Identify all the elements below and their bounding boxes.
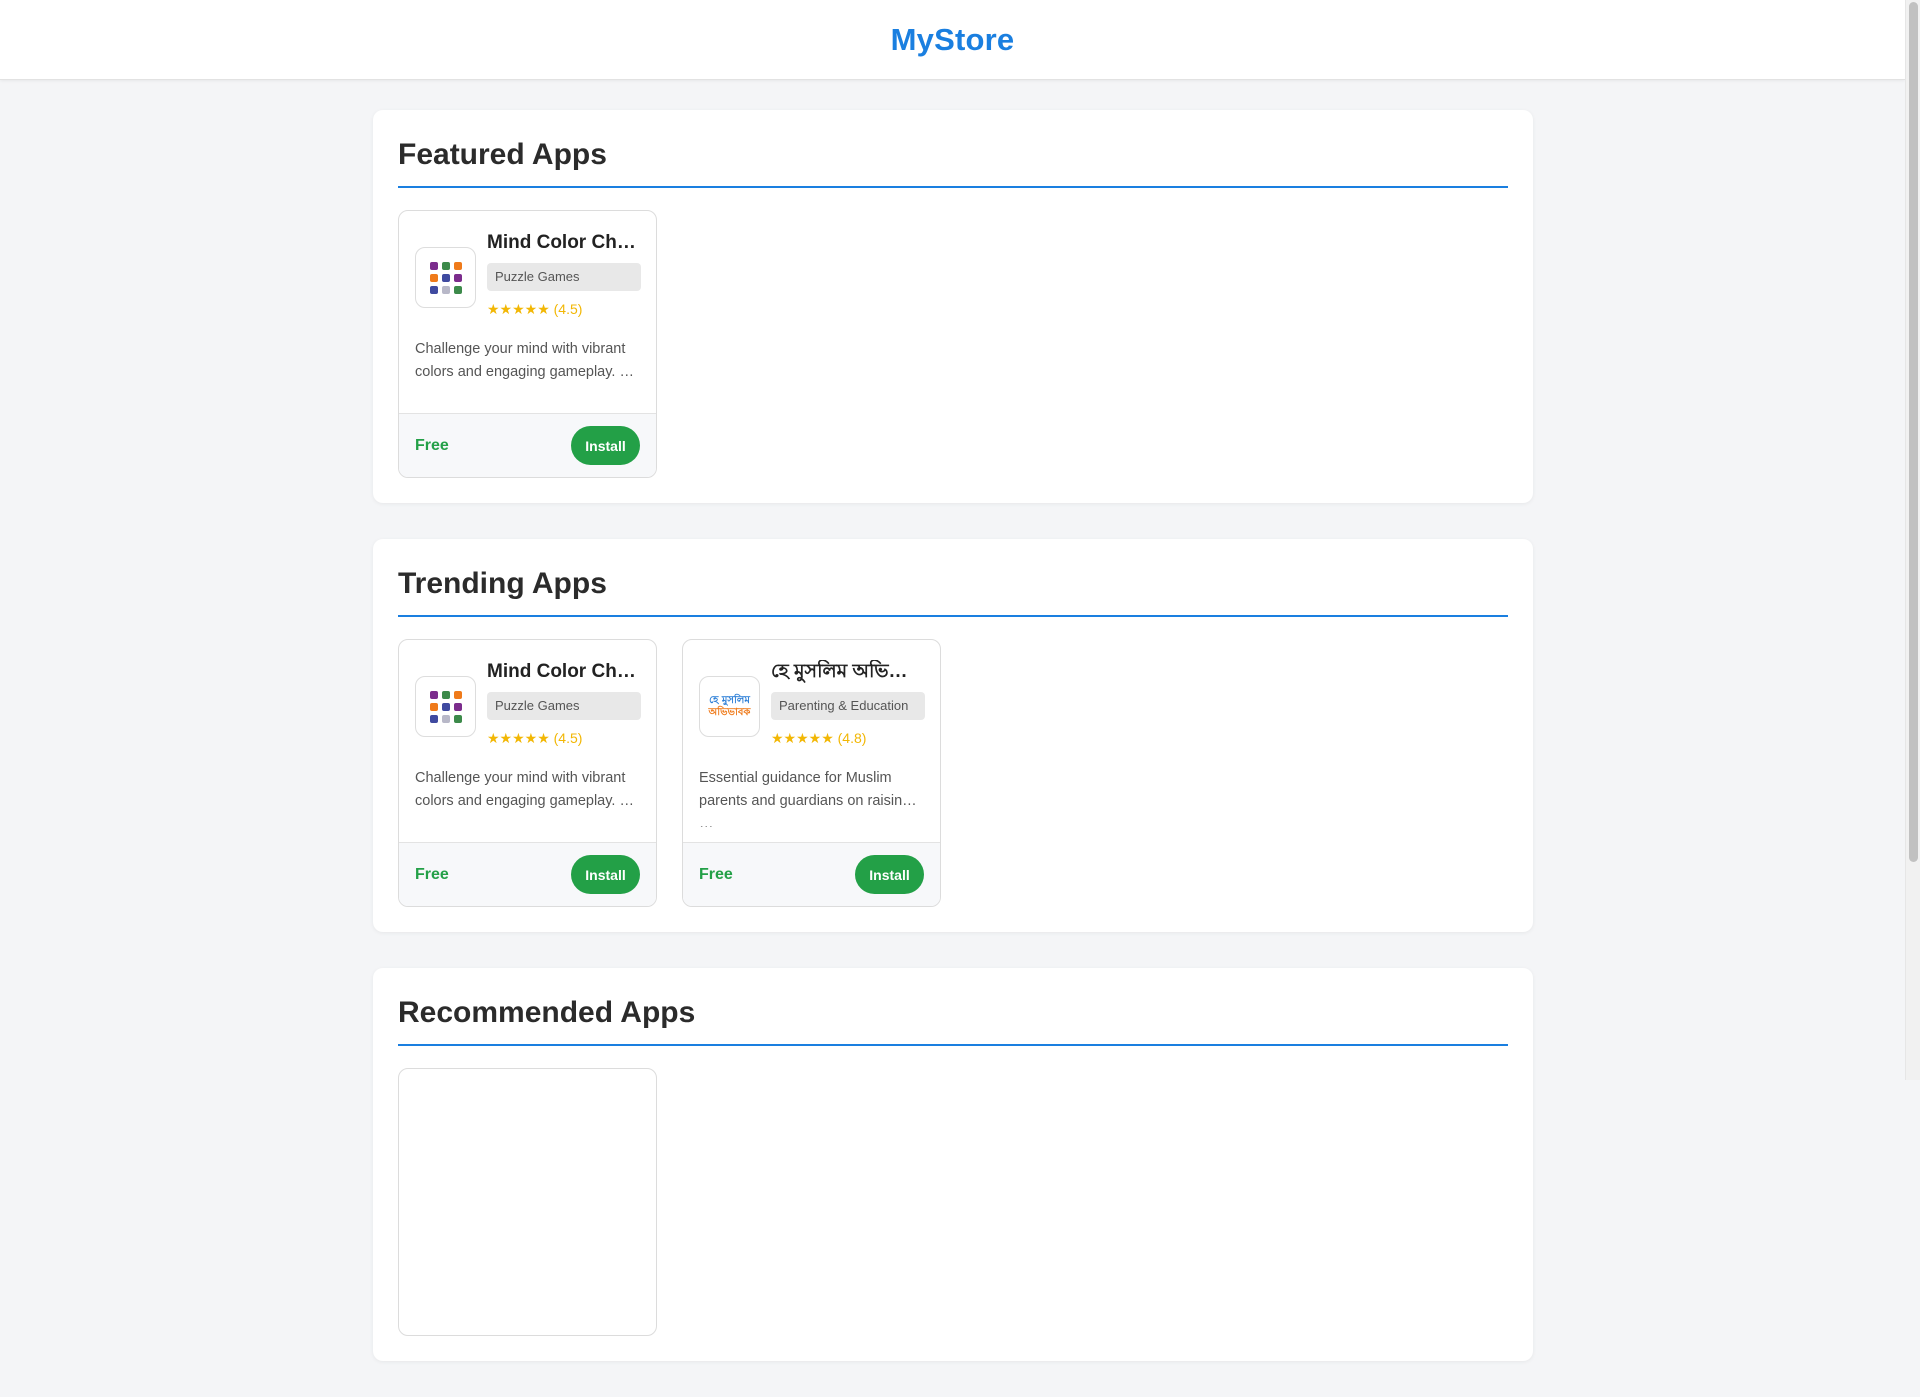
app-card[interactable]: Mind Color Chal… Puzzle Games ★★★★★ (4.5… — [398, 210, 657, 478]
app-card[interactable] — [398, 1068, 657, 1336]
bengali-text-logo-icon: হে মুসলিম অভিভাবক — [699, 676, 760, 737]
logo-line-2: অভিভাবক — [708, 706, 751, 718]
star-rating: ★★★★★ (4.5) — [487, 730, 583, 746]
price-label: Free — [415, 436, 449, 454]
color-grid-icon — [415, 247, 476, 308]
page-scrollbar[interactable] — [1905, 0, 1920, 1080]
install-button[interactable]: Install — [571, 426, 640, 465]
card-footer: Free Install — [683, 842, 940, 906]
app-grid: Mind Color Chal… Puzzle Games ★★★★★ (4.5… — [398, 639, 1508, 907]
app-grid: Mind Color Chal… Puzzle Games ★★★★★ (4.5… — [398, 210, 1508, 478]
section-title: Recommended Apps — [398, 996, 1508, 1046]
section-title: Featured Apps — [398, 138, 1508, 188]
category-badge: Parenting & Education — [771, 692, 925, 720]
scrollbar-thumb[interactable] — [1909, 2, 1918, 862]
section-title: Trending Apps — [398, 567, 1508, 617]
app-description: Essential guidance for Muslim parents an… — [699, 770, 911, 827]
app-name[interactable]: Mind Color Chal… — [487, 231, 641, 255]
main-content: Featured Apps Mind Color Chal… Puzzle Ga… — [373, 110, 1533, 1397]
app-description: Challenge your mind with vibrant colors … — [415, 770, 634, 809]
price-label: Free — [699, 865, 733, 883]
store-logo[interactable]: MyStore — [891, 22, 1015, 58]
featured-section: Featured Apps Mind Color Chal… Puzzle Ga… — [373, 110, 1533, 503]
card-footer: Free Install — [399, 842, 656, 906]
category-badge: Puzzle Games — [487, 692, 641, 720]
app-name[interactable]: হে মুসলিম অভিভা… — [771, 660, 925, 684]
trending-section: Trending Apps Mind Color Chal… Puzzle Ga… — [373, 539, 1533, 932]
app-card[interactable]: হে মুসলিম অভিভাবক হে মুসলিম অভিভা… Paren… — [682, 639, 941, 907]
app-card[interactable]: Mind Color Chal… Puzzle Games ★★★★★ (4.5… — [398, 639, 657, 907]
top-bar: MyStore — [0, 0, 1905, 80]
app-name[interactable]: Mind Color Chal… — [487, 660, 641, 684]
install-button[interactable]: Install — [571, 855, 640, 894]
install-button[interactable]: Install — [855, 855, 924, 894]
card-footer: Free Install — [399, 413, 656, 477]
star-rating: ★★★★★ (4.8) — [771, 730, 867, 746]
category-badge: Puzzle Games — [487, 263, 641, 291]
app-grid — [398, 1068, 1508, 1336]
color-grid-icon — [415, 676, 476, 737]
price-label: Free — [415, 865, 449, 883]
star-rating: ★★★★★ (4.5) — [487, 301, 583, 317]
recommended-section: Recommended Apps — [373, 968, 1533, 1361]
app-description: Challenge your mind with vibrant colors … — [415, 341, 634, 380]
logo-line-1: হে মুসলিম — [709, 694, 750, 706]
